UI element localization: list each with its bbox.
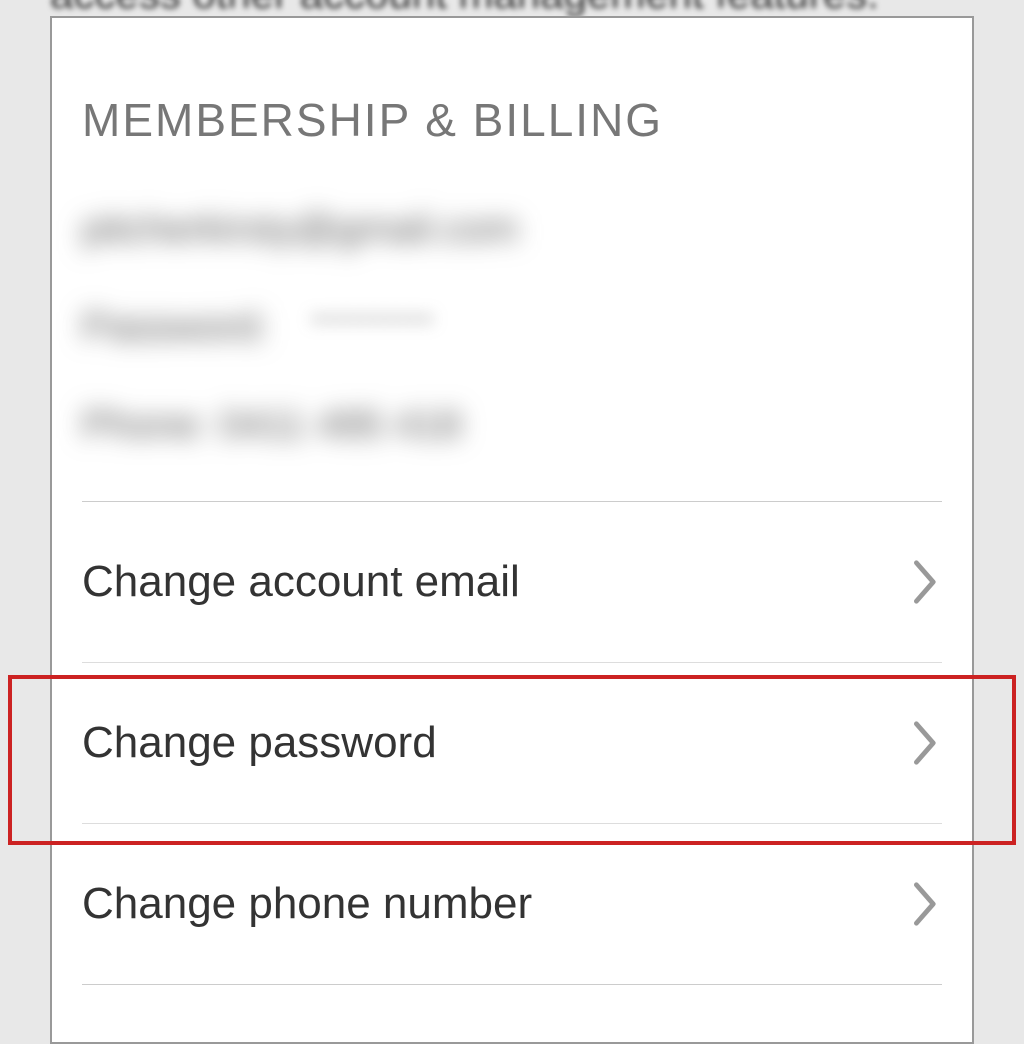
blurred-phone: Phone: 0411 495 418	[82, 403, 462, 448]
chevron-right-icon	[910, 880, 942, 928]
section-title: MEMBERSHIP & BILLING	[82, 93, 972, 147]
change-phone-link[interactable]: Change phone number	[52, 824, 972, 984]
change-phone-label: Change phone number	[82, 879, 532, 929]
change-password-label: Change password	[82, 718, 437, 768]
blurred-password-value: **********	[312, 310, 435, 338]
change-password-link[interactable]: Change password	[52, 663, 972, 823]
change-email-label: Change account email	[82, 557, 520, 607]
change-email-link[interactable]: Change account email	[52, 502, 972, 662]
account-info-blurred: pitcherkirsty@gmail.com Password: ******…	[82, 207, 972, 451]
chevron-right-icon	[910, 719, 942, 767]
blurred-password-label: Password:	[82, 305, 269, 350]
chevron-right-icon	[910, 558, 942, 606]
divider	[82, 984, 942, 985]
membership-billing-panel: MEMBERSHIP & BILLING pitcherkirsty@gmail…	[50, 16, 974, 1044]
blurred-email: pitcherkirsty@gmail.com	[82, 207, 518, 252]
